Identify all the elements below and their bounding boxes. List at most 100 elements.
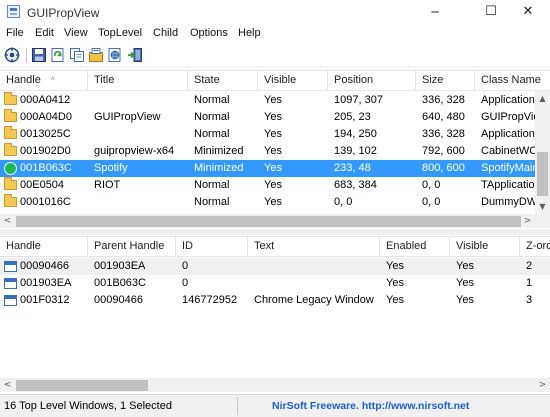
menu-file[interactable]: File [6, 27, 24, 39]
table-row[interactable]: 000A0412 Normal Yes 1097, 307 336, 328 A… [0, 92, 535, 109]
title-bar: GUIPropView ─ ☐ ✕ [0, 0, 550, 25]
scroll-thumb[interactable] [537, 152, 548, 196]
menu-view[interactable]: View [64, 27, 88, 39]
cell-title [88, 126, 188, 143]
column-text[interactable]: Text [248, 237, 380, 257]
cell-class-name: Application [481, 94, 535, 106]
nirsoft-link[interactable]: NirSoft Freeware. http://www.nirsoft.net [272, 400, 469, 412]
column-title[interactable]: Title [88, 71, 188, 91]
find-window-icon[interactable] [4, 47, 20, 63]
column-visible[interactable]: Visible [450, 237, 520, 257]
refresh-icon[interactable] [50, 47, 66, 63]
cell-z-order: 1 [526, 277, 533, 289]
cell-handle: 00E0504 [20, 179, 65, 191]
cell-handle: 001F0312 [20, 294, 70, 306]
table-row[interactable]: 00E0504 RIOT Normal Yes 683, 384 0, 0 TA… [0, 177, 535, 194]
save-icon[interactable] [31, 47, 47, 63]
cell-handle: 000A04D0 [20, 111, 72, 123]
close-button[interactable]: ✕ [505, 0, 550, 25]
table-row[interactable]: 000A04D0 GUIPropView Normal Yes 205, 23 … [0, 109, 535, 126]
cell-class-name: SpotifyMain [481, 162, 535, 174]
cell-title [88, 194, 188, 211]
cell-position: 1097, 307 [334, 94, 383, 106]
table-row[interactable]: 0001016C Normal Yes 0, 0 0, 0 DummyDW [0, 194, 535, 211]
scroll-thumb[interactable] [16, 216, 521, 227]
column-handle[interactable]: Handle ^ [0, 71, 88, 91]
menu-bar: File Edit View TopLevel Child Options He… [0, 25, 550, 43]
menu-child[interactable]: Child [153, 27, 178, 39]
top-level-windows-list[interactable]: Handle ^ Title State Visible Position Siz… [0, 70, 550, 228]
cell-position: 139, 102 [334, 145, 377, 157]
table-row[interactable]: 001902D0 guipropview-x64 Minimized Yes 1… [0, 143, 535, 160]
column-handle[interactable]: Handle [0, 237, 88, 257]
table-row[interactable]: 0013025C Normal Yes 194, 250 336, 328 Ap… [0, 126, 535, 143]
cell-state: Minimized [194, 145, 244, 157]
column-visible[interactable]: Visible [258, 71, 328, 91]
cell-visible: Yes [456, 294, 474, 306]
bottom-list-horizontal-scrollbar[interactable]: < > [0, 378, 550, 392]
cell-state: Normal [194, 94, 230, 106]
scroll-left-arrow[interactable]: < [0, 214, 15, 228]
cell-size: 336, 328 [422, 94, 465, 106]
cell-handle: 001B063C [20, 162, 72, 174]
properties-icon[interactable] [88, 47, 104, 63]
scrollbar-corner [535, 214, 550, 228]
pane-splitter[interactable] [0, 229, 550, 235]
cell-class-name: CabinetWC [481, 145, 535, 157]
cell-visible: Yes [264, 111, 282, 123]
column-size[interactable]: Size [416, 71, 475, 91]
menu-edit[interactable]: Edit [35, 27, 54, 39]
cell-state: Normal [194, 179, 230, 191]
cell-position: 233, 48 [334, 162, 371, 174]
column-state[interactable]: State [188, 71, 258, 91]
child-windows-list[interactable]: Handle Parent Handle ID Text Enabled Vis… [0, 236, 550, 392]
cell-handle: 001902D0 [20, 145, 71, 157]
cell-size: 336, 328 [422, 128, 465, 140]
table-row[interactable]: 00090466 001903EA 0 Yes Yes 2 [0, 258, 550, 275]
sort-ascending-icon: ^ [50, 76, 55, 85]
scroll-right-arrow[interactable]: > [520, 214, 535, 228]
column-parent-handle[interactable]: Parent Handle [88, 237, 176, 257]
table-row[interactable]: 001903EA 001B063C 0 Yes Yes 1 [0, 275, 550, 292]
cell-visible: Yes [456, 260, 474, 272]
menu-options[interactable]: Options [190, 27, 228, 39]
table-row[interactable]: 001F0312 00090466 146772952 Chrome Legac… [0, 292, 550, 309]
menu-toplevel[interactable]: TopLevel [98, 27, 142, 39]
cell-class-name: GUIPropView [481, 111, 535, 123]
column-enabled[interactable]: Enabled [380, 237, 450, 257]
cell-enabled: Yes [386, 277, 404, 289]
cell-parent-handle: 00090466 [94, 294, 143, 306]
cell-visible: Yes [264, 179, 282, 191]
cell-title: RIOT [94, 179, 121, 191]
column-class-name[interactable]: Class Name [475, 71, 550, 91]
exit-icon[interactable] [127, 47, 143, 63]
cell-size: 0, 0 [422, 179, 441, 191]
html-report-icon[interactable] [107, 47, 123, 63]
scroll-down-arrow[interactable]: ▼ [535, 199, 550, 214]
scroll-thumb[interactable] [16, 380, 148, 391]
top-list-vertical-scrollbar[interactable]: ▲ ▼ [535, 91, 550, 214]
minimize-button[interactable]: ─ [412, 0, 458, 25]
cell-size: 640, 480 [422, 111, 465, 123]
cell-handle: 001903EA [20, 277, 72, 289]
app-icon [7, 5, 20, 18]
cell-enabled: Yes [386, 294, 404, 306]
cell-position: 194, 250 [334, 128, 377, 140]
scroll-left-arrow[interactable]: < [0, 378, 15, 392]
scroll-up-arrow[interactable]: ▲ [535, 91, 550, 106]
copy-icon[interactable] [69, 47, 85, 63]
table-row-selected[interactable]: 001B063C Spotify Minimized Yes 233, 48 8… [0, 160, 535, 177]
cell-parent-handle: 001B063C [94, 277, 146, 289]
cell-handle: 000A0412 [20, 94, 71, 106]
column-id[interactable]: ID [176, 237, 248, 257]
column-position[interactable]: Position [328, 71, 416, 91]
scroll-right-arrow[interactable]: > [535, 378, 550, 392]
cell-size: 800, 600 [422, 162, 465, 174]
column-z-order[interactable]: Z-ord [520, 237, 550, 257]
cell-visible: Yes [264, 196, 282, 208]
cell-state: Normal [194, 128, 230, 140]
cell-position: 205, 23 [334, 111, 371, 123]
top-list-horizontal-scrollbar[interactable]: < > [0, 214, 535, 228]
cell-state: Normal [194, 196, 230, 208]
menu-help[interactable]: Help [238, 27, 261, 39]
